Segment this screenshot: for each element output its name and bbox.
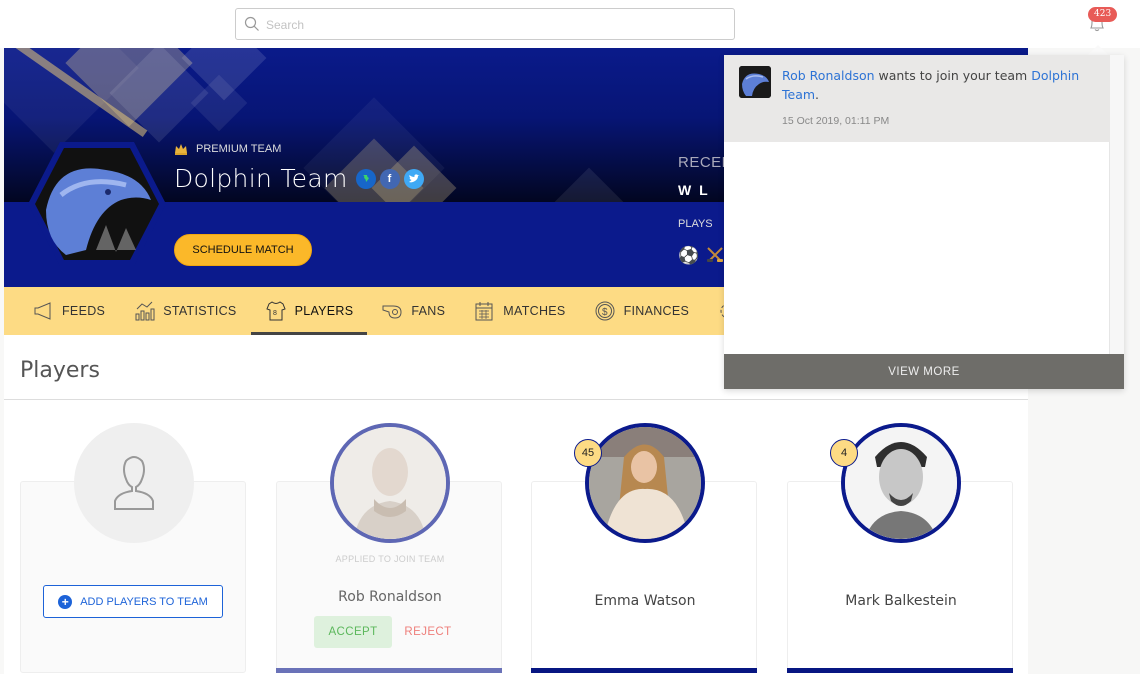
tab-fans[interactable]: FANS: [367, 287, 459, 335]
player-card[interactable]: 45 Emma Watson: [531, 423, 757, 673]
globe-icon[interactable]: [355, 168, 376, 189]
player-card-pending: APPLIED TO JOIN TEAM Rob Ronaldson ACCEP…: [276, 423, 502, 673]
soccer-ball-icon: ⚽: [678, 246, 700, 266]
add-players-label: ADD PLAYERS TO TEAM: [80, 595, 208, 608]
premium-label: PREMIUM TEAM: [196, 143, 282, 155]
card-accent-bar: [276, 668, 502, 673]
schedule-match-button[interactable]: SCHEDULE MATCH: [174, 234, 312, 266]
player-name: Rob Ronaldson: [338, 589, 442, 605]
notifications-dropdown: Rob Ronaldson wants to join your team Do…: [724, 55, 1124, 389]
dropdown-caret: [1088, 45, 1108, 55]
player-name: Emma Watson: [594, 593, 696, 609]
search-box[interactable]: [235, 8, 735, 40]
premium-badge: PREMIUM TEAM: [174, 143, 281, 155]
tab-statistics[interactable]: STATISTICS: [119, 287, 250, 335]
jersey-icon: 8: [265, 301, 286, 321]
accept-button[interactable]: ACCEPT: [314, 616, 392, 648]
add-players-button[interactable]: + ADD PLAYERS TO TEAM: [43, 585, 223, 618]
tab-finances[interactable]: $ FINANCES: [580, 287, 704, 335]
player-photo: [330, 423, 450, 543]
whistle-icon: [382, 305, 402, 319]
facebook-icon[interactable]: f: [379, 168, 400, 189]
statistics-icon: [135, 301, 155, 321]
dollar-coin-icon: $: [595, 301, 615, 321]
team-name-row: Dolphin Team f: [174, 164, 424, 193]
crown-icon: [175, 144, 187, 155]
notification-team-avatar: [739, 66, 771, 98]
player-card[interactable]: 4 Mark Balkestein: [787, 423, 1013, 673]
jersey-number-badge: 45: [574, 439, 602, 467]
tab-label: FINANCES: [623, 304, 690, 318]
recent-results-value: W L: [678, 182, 710, 198]
plays-label: PLAYS: [678, 218, 713, 230]
placeholder-avatar: [74, 423, 194, 543]
team-name: Dolphin Team: [174, 164, 348, 193]
view-more-button[interactable]: VIEW MORE: [724, 354, 1124, 389]
tab-label: STATISTICS: [163, 304, 237, 318]
notification-message: Rob Ronaldson wants to join your team Do…: [782, 66, 1092, 104]
twitter-icon[interactable]: [403, 168, 424, 189]
section-title: Players: [20, 358, 100, 383]
hockey-sticks-icon: [707, 247, 724, 262]
add-player-card: + ADD PLAYERS TO TEAM: [20, 423, 246, 673]
tab-label: MATCHES: [503, 304, 566, 318]
megaphone-icon: [34, 302, 51, 320]
notification-timestamp: 15 Oct 2019, 01:11 PM: [782, 115, 890, 127]
notification-text: wants to join your team: [874, 68, 1032, 83]
plays-sports-list: ⚽: [678, 246, 725, 266]
jersey-number-badge: 4: [830, 439, 858, 467]
notifications-list: Rob Ronaldson wants to join your team Do…: [724, 55, 1110, 354]
tab-label: FANS: [411, 304, 446, 318]
application-status: APPLIED TO JOIN TEAM: [335, 554, 445, 564]
section-divider: [4, 399, 1028, 400]
card-accent-bar: [787, 668, 1013, 673]
notification-item[interactable]: Rob Ronaldson wants to join your team Do…: [724, 55, 1110, 142]
plus-circle-icon: +: [58, 594, 73, 609]
tab-players[interactable]: 8 PLAYERS: [250, 287, 368, 335]
player-photo: [585, 423, 705, 543]
svg-text:$: $: [602, 307, 608, 318]
calendar-icon: [475, 302, 493, 321]
team-crest-logo: [28, 142, 166, 266]
tab-label: FEEDS: [62, 304, 106, 318]
search-input[interactable]: [266, 15, 726, 35]
reject-button[interactable]: REJECT: [401, 616, 455, 648]
tab-matches[interactable]: MATCHES: [459, 287, 579, 335]
top-bar: 423: [0, 0, 1140, 48]
notification-suffix: .: [815, 87, 820, 102]
player-name: Mark Balkestein: [845, 593, 957, 609]
search-icon: [244, 16, 259, 31]
user-silhouette-icon: [114, 456, 154, 510]
notification-user-link[interactable]: Rob Ronaldson: [782, 68, 875, 83]
svg-text:8: 8: [273, 310, 277, 317]
player-photo: [841, 423, 961, 543]
notification-count-badge: 423: [1088, 7, 1118, 22]
card-accent-bar: [531, 668, 757, 673]
tab-label: PLAYERS: [294, 304, 354, 318]
tab-feeds[interactable]: FEEDS: [18, 287, 119, 335]
